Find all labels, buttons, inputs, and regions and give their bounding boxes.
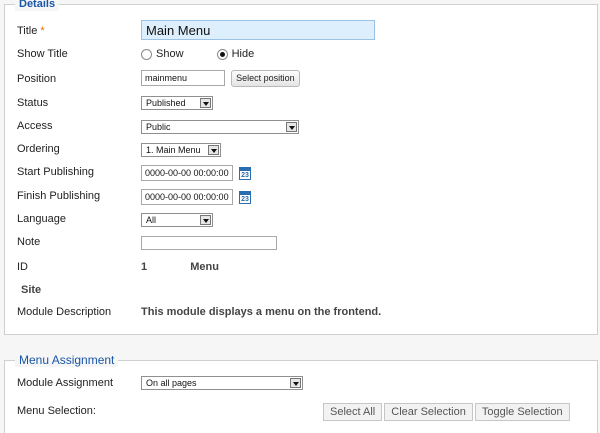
clear-selection-button[interactable]: Clear Selection [384,403,473,421]
module-description-label: Module Description [17,306,112,318]
ordering-label: Ordering [17,143,60,155]
show-title-hide-label: Hide [231,48,255,61]
client-label: Site [21,284,42,296]
required-mark: * [40,25,45,37]
chevron-down-icon [200,98,211,108]
module-assignment-label: Module Assignment [17,377,113,389]
status-select[interactable]: Published [141,96,213,110]
toggle-selection-button[interactable]: Toggle Selection [474,403,570,421]
module-type-value: Menu [190,261,219,273]
module-description-value: This module displays a menu on the front… [141,306,382,318]
ordering-select[interactable]: 1. Main Menu [141,143,221,157]
id-value: 1 [141,261,148,273]
show-title-show-radio[interactable] [141,48,152,60]
id-label: ID [17,261,28,273]
details-legend: Details [15,0,60,11]
access-label: Access [17,120,53,132]
position-input[interactable] [141,70,225,86]
chevron-down-icon [290,378,301,388]
start-publishing-input[interactable] [141,165,233,181]
status-label: Status [17,97,49,109]
start-publishing-label: Start Publishing [17,166,95,178]
finish-publishing-input[interactable] [141,189,233,205]
show-title-hide-radio[interactable] [216,48,228,60]
chevron-down-icon [286,122,297,132]
finish-publishing-label: Finish Publishing [17,190,101,202]
menu-assignment-fieldset: Menu Assignment Module Assignment On all… [4,353,598,433]
select-all-button[interactable]: Select All [323,403,383,421]
note-label: Note [17,236,41,248]
selection-button-group: Select All Clear Selection Toggle Select… [323,403,572,421]
access-select[interactable]: Public [141,120,299,134]
show-title-label: Show Title [17,48,68,60]
show-title-show-label: Show [156,48,184,61]
title-label: Title * [17,25,45,37]
calendar-icon[interactable]: 23 [239,190,251,204]
menu-selection-label: Menu Selection: [17,405,96,417]
details-fieldset: Details Title* Show Title Show Hide Posi… [4,0,598,335]
title-input[interactable] [141,20,375,40]
position-label: Position [17,73,57,85]
menu-assignment-legend: Menu Assignment [15,353,119,367]
calendar-icon[interactable]: 23 [239,166,251,180]
chevron-down-icon [200,215,211,225]
note-input[interactable] [141,236,277,250]
language-label: Language [17,213,66,225]
language-select[interactable]: All [141,213,213,227]
chevron-down-icon [208,145,219,155]
module-assignment-select[interactable]: On all pages [141,376,303,390]
select-position-button[interactable]: Select position [231,70,300,87]
